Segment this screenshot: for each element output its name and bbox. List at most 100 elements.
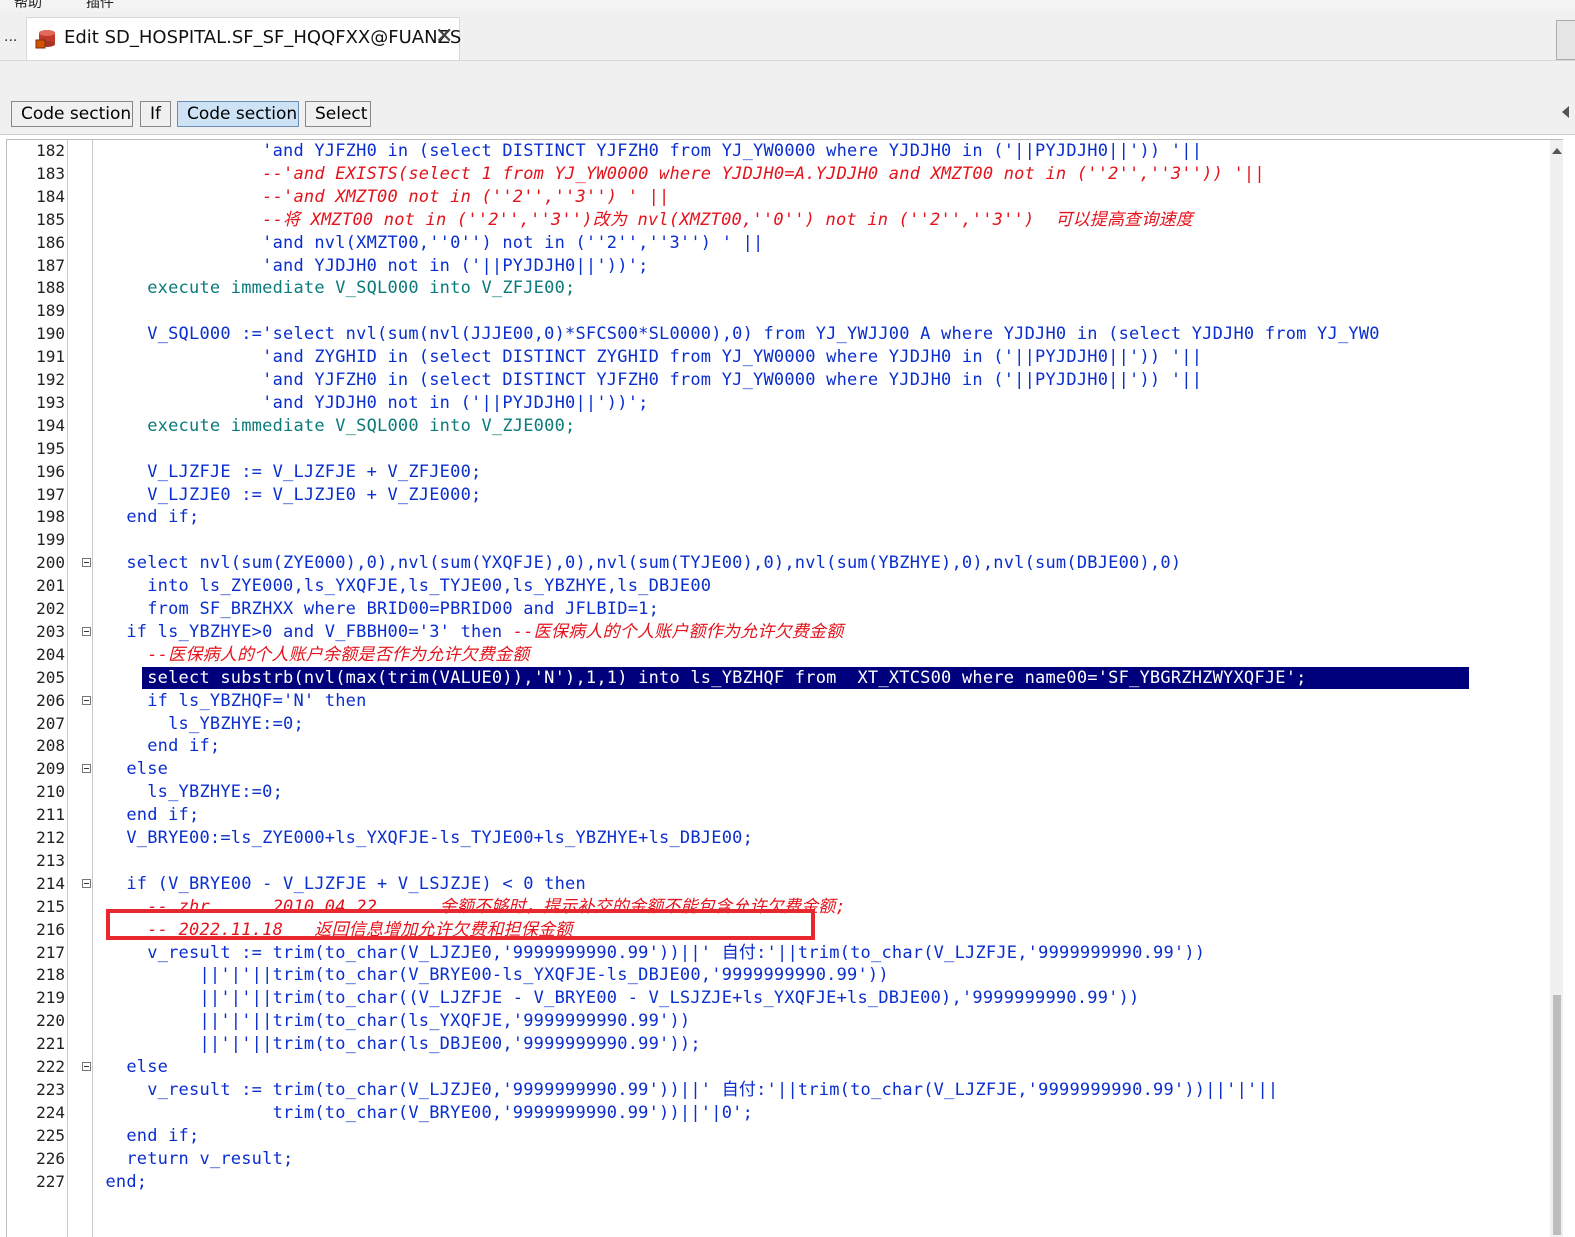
code-line[interactable]: 203 if ls_YBZHYE>0 and V_FBBH00='3' then… [7, 621, 1563, 644]
line-number: 189 [36, 301, 65, 321]
code-line[interactable]: 219 ||'|'||trim(to_char((V_LJZFJE - V_BR… [7, 987, 1563, 1010]
code-line[interactable]: 224 trim(to_char(V_BRYE00,'9999999990.99… [7, 1102, 1563, 1125]
line-number: 211 [36, 805, 65, 825]
code-line[interactable]: 194 execute immediate V_SQL000 into V_ZJ… [7, 415, 1563, 438]
code-line[interactable]: 220 ||'|'||trim(to_char(ls_YXQFJE,'99999… [7, 1010, 1563, 1033]
line-number: 202 [36, 599, 65, 618]
code-line[interactable]: 191 'and ZYGHID in (select DISTINCT ZYGH… [7, 346, 1563, 369]
code-line[interactable]: 197 V_LJZJE0 := V_LJZJE0 + V_ZJE000; [7, 484, 1563, 507]
code-text: select nvl(sum(ZYE000),0),nvl(sum(YXQFJE… [95, 553, 1182, 574]
code-line[interactable]: 227 end; [7, 1171, 1563, 1194]
code-text: end if; [95, 1125, 200, 1146]
menu-plugins[interactable]: 插件 [86, 0, 114, 12]
code-line[interactable]: 201 into ls_ZYE000,ls_YXQFJE,ls_TYJE00,l… [7, 575, 1563, 598]
code-line[interactable]: 211 end if; [7, 804, 1563, 827]
code-line[interactable]: 190 V_SQL000 :='select nvl(sum(nvl(JJJE0… [7, 323, 1563, 346]
code-line[interactable]: 206 if ls_YBZHQF='N' then [7, 690, 1563, 713]
code-text: 'and ZYGHID in (select DISTINCT ZYGHID f… [95, 347, 1203, 368]
scroll-left-icon[interactable] [1562, 106, 1569, 118]
line-number: 220 [36, 1011, 65, 1031]
code-comment: --'and XMZT00 not in (''2'',''3'') ' || [95, 186, 670, 207]
code-line[interactable]: 187 'and YJDJH0 not in ('||PYJDJH0||'))'… [7, 255, 1563, 278]
line-number: 191 [36, 347, 65, 367]
line-number: 196 [36, 461, 65, 481]
code-line[interactable]: 208 end if; [7, 735, 1563, 758]
code-text: 'and YJFZH0 in (select DISTINCT YJFZH0 f… [95, 141, 1203, 161]
code-text: ||'|'||trim(to_char(ls_YXQFJE,'999999999… [95, 1011, 691, 1032]
scroll-up-icon[interactable] [1552, 148, 1562, 154]
code-line[interactable]: 189 [7, 300, 1563, 323]
line-number: 222 [36, 1057, 65, 1076]
fold-toggle-icon[interactable] [82, 695, 91, 705]
code-line[interactable]: 185 --将 XMZT00 not in (''2'',''3'')改为 nv… [7, 209, 1563, 232]
code-line[interactable]: 200 select nvl(sum(ZYE000),0),nvl(sum(YX… [7, 552, 1563, 575]
menu-bar: 帮助 插件 [0, 0, 1575, 12]
code-line[interactable]: 210 ls_YBZHYE:=0; [7, 781, 1563, 804]
fold-toggle-icon[interactable] [82, 878, 91, 888]
code-text: execute immediate V_SQL000 into V_ZJE000… [95, 415, 576, 436]
code-line[interactable]: 183 --'and EXISTS(select 1 from YJ_YW000… [7, 163, 1563, 186]
code-line[interactable]: 205 select substrb(nvl(max(trim(VALUE0))… [7, 666, 1563, 690]
code-text: return v_result; [95, 1148, 294, 1169]
code-line[interactable]: 182 'and YJFZH0 in (select DISTINCT YJFZ… [7, 140, 1563, 163]
nav-code-section-active-button[interactable]: Code section [177, 101, 299, 127]
code-line[interactable]: 226 return v_result; [7, 1148, 1563, 1171]
code-text: V_SQL000 :='select nvl(sum(nvl(JJJE00,0)… [95, 324, 1380, 345]
code-line[interactable]: 199 [7, 529, 1563, 552]
line-number: 198 [36, 507, 65, 527]
fold-toggle-icon[interactable] [82, 558, 91, 568]
code-line[interactable]: 193 'and YJDJH0 not in ('||PYJDJH0||'))'… [7, 392, 1563, 415]
nav-select-button[interactable]: Select [305, 101, 371, 127]
code-text: into ls_ZYE000,ls_YXQFJE,ls_TYJE00,ls_YB… [95, 576, 712, 597]
code-line[interactable]: 192 'and YJFZH0 in (select DISTINCT YJFZ… [7, 369, 1563, 392]
code-text: else [95, 1057, 169, 1077]
code-line[interactable]: 223 v_result := trim(to_char(V_LJZJE0,'9… [7, 1079, 1563, 1102]
code-text: if ls_YBZHYE>0 and V_FBBH00='3' then --医… [95, 621, 844, 642]
code-line[interactable]: 207 ls_YBZHYE:=0; [7, 713, 1563, 736]
code-text: from SF_BRZHXX where BRID00=PBRID00 and … [95, 599, 660, 619]
code-text: V_LJZFJE := V_LJZFJE + V_ZFJE00; [95, 461, 482, 482]
code-line[interactable]: 188 execute immediate V_SQL000 into V_ZF… [7, 277, 1563, 300]
code-text: else [95, 759, 169, 780]
code-line[interactable]: 221 ||'|'||trim(to_char(ls_DBJE00,'99999… [7, 1033, 1563, 1056]
line-number: 209 [36, 759, 65, 779]
close-icon[interactable]: ✕ [435, 24, 453, 49]
menu-help[interactable]: 帮助 [14, 0, 42, 12]
code-text: 'and YJFZH0 in (select DISTINCT YJFZH0 f… [95, 370, 1203, 390]
tab-overflow-button[interactable]: ... [4, 28, 17, 46]
code-line[interactable]: 204 --医保病人的个人账户余额是否作为允许欠费金额 [7, 644, 1563, 667]
code-line[interactable]: 202 from SF_BRZHXX where BRID00=PBRID00 … [7, 598, 1563, 621]
code-line[interactable]: 214 if (V_BRYE00 - V_LJZFJE + V_LSJZJE) … [7, 873, 1563, 896]
vertical-scrollbar[interactable] [1550, 140, 1563, 1237]
code-line[interactable]: 198 end if; [7, 506, 1563, 529]
code-line[interactable]: 218 ||'|'||trim(to_char(V_BRYE00-ls_YXQF… [7, 964, 1563, 987]
code-line[interactable]: 186 'and nvl(XMZT00,''0'') not in (''2''… [7, 232, 1563, 255]
line-number: 193 [36, 392, 65, 412]
tab-dropdown-button[interactable] [1556, 20, 1575, 60]
code-line[interactable]: 196 V_LJZFJE := V_LJZFJE + V_ZFJE00; [7, 461, 1563, 484]
code-line[interactable]: 209 else [7, 758, 1563, 781]
nav-if-button[interactable]: If [140, 101, 171, 127]
line-number: 217 [36, 942, 65, 962]
fold-toggle-icon[interactable] [82, 764, 91, 774]
code-line[interactable]: 195 [7, 438, 1563, 461]
line-number: 224 [36, 1102, 65, 1122]
fold-toggle-icon[interactable] [82, 626, 91, 636]
code-line[interactable]: 184 --'and XMZT00 not in (''2'',''3'') '… [7, 186, 1563, 209]
code-line[interactable]: 212 V_BRYE00:=ls_ZYE000+ls_YXQFJE-ls_TYJ… [7, 827, 1563, 850]
code-text: v_result := trim(to_char(V_LJZJE0,'99999… [95, 942, 1206, 963]
line-number: 212 [36, 828, 65, 847]
scrollbar-thumb[interactable] [1553, 995, 1561, 1235]
editor-tab[interactable]: Edit SD_HOSPITAL.SF_SF_HQQFXX@FUANZS ✕ [26, 17, 461, 60]
code-text: end if; [95, 507, 200, 528]
code-line[interactable]: 213 [7, 850, 1563, 873]
code-editor[interactable]: 182 'and YJFZH0 in (select DISTINCT YJFZ… [6, 139, 1563, 1237]
nav-code-section-button[interactable]: Code section [11, 101, 133, 127]
code-text: ||'|'||trim(to_char(ls_DBJE00,'999999999… [95, 1034, 701, 1055]
line-number: 188 [36, 278, 65, 298]
code-line[interactable]: 217 v_result := trim(to_char(V_LJZJE0,'9… [7, 942, 1563, 965]
code-line[interactable]: 222 else [7, 1056, 1563, 1079]
fold-toggle-icon[interactable] [82, 1062, 91, 1071]
line-number: 219 [36, 988, 65, 1008]
code-line[interactable]: 225 end if; [7, 1125, 1563, 1148]
